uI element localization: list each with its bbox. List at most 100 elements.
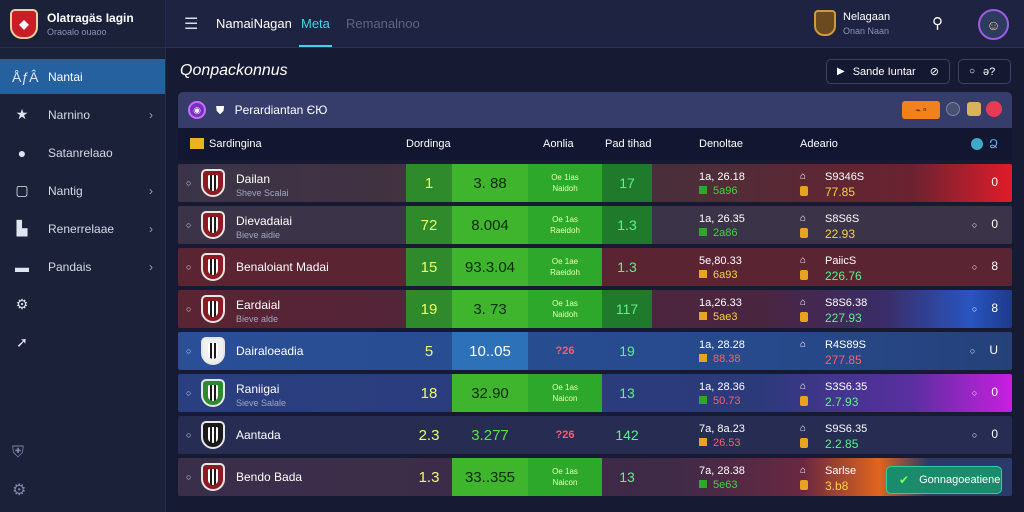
lock-icon: ⌂ xyxy=(800,171,807,182)
tab-1[interactable]: Meta xyxy=(299,16,332,47)
user-badge-icon xyxy=(814,10,836,36)
topbar: ☰ NamaiNagan Meta Remanalnoo Nelagaan On… xyxy=(166,0,1024,48)
standings-panel: ◉ ⛊ Perardiantan ЄЮ ⌁ ⁿ Sardingina Dordi… xyxy=(178,92,1012,504)
follow-button[interactable]: ✔ Gonnagoeatiene xyxy=(886,466,1002,494)
team-crest-icon xyxy=(201,211,225,239)
record-icon[interactable] xyxy=(986,101,1002,117)
stat-cell: 1 xyxy=(406,164,452,202)
info-icon[interactable] xyxy=(971,138,983,150)
tab-0[interactable]: NamaiNagan xyxy=(216,16,292,31)
row-end: 0 xyxy=(991,175,998,189)
brand[interactable]: ◆ Olatragäs Iagin Oraoalo ouaoo xyxy=(0,0,165,48)
lock-icon: ⌂ xyxy=(800,465,807,476)
column-header[interactable]: Dordinga xyxy=(406,138,451,150)
stat-cell: 142 xyxy=(615,427,639,443)
value-text: 5ae3 xyxy=(713,311,738,323)
form-cell: ?26 xyxy=(528,332,602,370)
row-end-value: 8 xyxy=(991,301,998,315)
odds-cell: S8S6.38 xyxy=(825,297,868,309)
date-cell: 1a, 26.35 xyxy=(699,213,745,225)
stat-cell: 17 xyxy=(602,164,652,202)
table-row[interactable]: ○ Benaloiant Madai 15 93.3.04 Oe 1ae Raei… xyxy=(178,248,1012,286)
menu-icon[interactable]: ☰ xyxy=(184,14,198,34)
row-dot-icon: ○ xyxy=(186,262,192,272)
check-icon: ✔ xyxy=(899,473,910,487)
circle-icon: ○ xyxy=(971,304,978,314)
sidebar-item-label: Nantig xyxy=(48,183,83,198)
table-row[interactable]: ○ Dievadaiai Bieve aidie 72 8.004 Oe 1as… xyxy=(178,206,1012,244)
table-row[interactable]: ○ Eardaial Bieve alde 19 3. 73 Oe 1as Nai… xyxy=(178,290,1012,328)
sort-button[interactable]: ▶ Sande Iuntar ⊘ xyxy=(826,59,950,84)
stat-cell: 72 xyxy=(406,206,452,244)
team-name: Dairaloeadia xyxy=(236,344,304,358)
column-header[interactable]: Denoltae xyxy=(699,138,743,150)
form-line: ?26 xyxy=(555,428,575,441)
stat-cell: 13 xyxy=(619,385,635,401)
table-row[interactable]: ○ Aantada 2.3 3.277 ?26 142 7a, 8a.23 26… xyxy=(178,416,1012,454)
sidebar-item-2[interactable]: ● Satanrelaao xyxy=(0,135,165,170)
tab-2[interactable]: Remanalnoo xyxy=(346,16,420,31)
circle-slash-icon: ⊘ xyxy=(929,66,939,78)
stat-cell: 19 xyxy=(619,343,635,359)
form-cell: Oe 1as Naicon xyxy=(528,458,602,496)
circle-icon: ○ xyxy=(969,66,976,77)
column-header[interactable]: Pad tihad xyxy=(605,138,651,150)
row-end-value: 0 xyxy=(991,217,998,231)
sidebar-gear-item[interactable]: ⚙ xyxy=(0,287,165,322)
sidebar-item-3[interactable]: ▢ Nantig › xyxy=(0,173,165,208)
table-row[interactable]: ○ Dairaloeadia 5 10..05 ?26 19 1a, 28.28… xyxy=(178,332,1012,370)
brand-subtitle: Oraoalo ouaoo xyxy=(47,26,107,37)
row-dot-icon: ○ xyxy=(186,472,192,482)
tree-icon: ÅƒÂ xyxy=(12,68,39,85)
circle-icon: ○ xyxy=(971,220,978,230)
value-cell: 26.53 xyxy=(699,437,741,449)
form-line: Naidoh xyxy=(552,184,578,193)
sidebar-item-1[interactable]: ★ Narnino › xyxy=(0,97,165,132)
gear-icon: ⚙ xyxy=(15,296,29,312)
column-header[interactable]: Adeario xyxy=(800,138,838,150)
team-sub: Bieve aidie xyxy=(236,230,281,240)
sidebar-item-5[interactable]: ▬ Pandais › xyxy=(0,249,165,284)
date-cell: 7a, 28.38 xyxy=(699,465,745,477)
options-button[interactable]: ○ ə? xyxy=(958,59,1011,84)
pin-icon[interactable]: Ձ xyxy=(989,137,998,151)
stat-cell: 1.3 xyxy=(418,468,440,486)
column-header[interactable]: Sardingina xyxy=(209,138,262,150)
shield-icon[interactable]: ⛨ xyxy=(12,444,26,462)
odds-value: 2.2.85 xyxy=(825,437,859,451)
column-header[interactable]: Aonlia xyxy=(543,138,574,150)
league-icon: ◉ xyxy=(188,101,206,119)
settings-icon[interactable]: ⚙ xyxy=(12,480,26,500)
odds-value: 3.b8 xyxy=(825,479,849,493)
sidebar-arrow-item[interactable]: ➚ xyxy=(0,325,165,360)
form-line: Oe 1as xyxy=(552,383,578,392)
search-icon[interactable]: ⚲ xyxy=(932,14,943,32)
sidebar-item-4[interactable]: ▙ Renerrelaae › xyxy=(0,211,165,246)
table-header: Sardingina Dordinga Aonlia Pad tihad Den… xyxy=(178,128,1012,160)
date-cell: 1a, 28.36 xyxy=(699,381,745,393)
team-sub: Sieve Salale xyxy=(236,398,287,408)
tag-icon xyxy=(800,270,808,280)
circle-icon: ○ xyxy=(969,346,976,356)
sidebar-item-0[interactable]: ÅƒÂ Nantai xyxy=(0,59,165,94)
row-dot-icon: ○ xyxy=(186,346,192,356)
row-end: ○ 0 xyxy=(972,385,998,399)
table-row[interactable]: ○ Dailan Sheve Scalai 1 3. 88 Oe 1ias Nai… xyxy=(178,164,1012,202)
form-cell: Oe 1as Naidoh xyxy=(528,290,602,328)
circle-icon: ○ xyxy=(971,388,978,398)
value-cell: 2a86 xyxy=(699,227,737,239)
tag-icon xyxy=(800,480,808,490)
user-name[interactable]: Nelagaan xyxy=(843,11,890,23)
chart-icon: ▙ xyxy=(16,220,28,236)
value-text: 5a96 xyxy=(713,185,738,197)
lock-icon: ⌂ xyxy=(800,423,807,434)
table-row[interactable]: ○ Raniigai Sieve Salale 18 32.90 Oe 1as N… xyxy=(178,374,1012,412)
sidebar-item-label: Renerrelaae xyxy=(48,221,115,236)
live-chip[interactable]: ⌁ ⁿ xyxy=(902,101,940,119)
circle-chip-icon[interactable] xyxy=(946,102,960,116)
odds-cell: S9346S xyxy=(825,171,865,183)
form-line: Naicon xyxy=(552,478,578,487)
dice-icon[interactable] xyxy=(967,102,981,116)
form-line: Oe 1as xyxy=(552,215,578,224)
avatar[interactable]: ☺ xyxy=(978,9,1009,40)
